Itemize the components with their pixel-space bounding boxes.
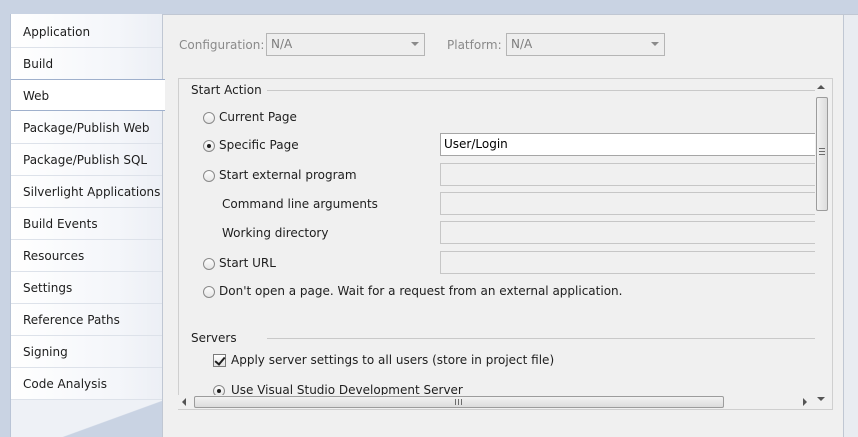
- scroll-down-icon[interactable]: [817, 397, 825, 401]
- window-edge: [843, 15, 858, 437]
- start-action-title: Start Action: [191, 83, 262, 97]
- configuration-combo[interactable]: N/A: [266, 33, 425, 56]
- configuration-label: Configuration:: [179, 38, 265, 52]
- current-page-radio[interactable]: [203, 112, 215, 124]
- scroll-left-icon[interactable]: [182, 398, 186, 406]
- scroll-right-icon[interactable]: [803, 398, 807, 406]
- start-url-label[interactable]: Start URL: [219, 256, 276, 270]
- start-external-program-radio[interactable]: [203, 170, 215, 182]
- nav-item-settings[interactable]: Settings: [11, 272, 163, 304]
- working-directory-input[interactable]: [440, 221, 820, 244]
- apply-server-settings-checkbox[interactable]: [213, 354, 226, 367]
- start-action-divider: [267, 90, 815, 91]
- grip-icon: [819, 148, 825, 155]
- platform-label: Platform:: [447, 38, 502, 52]
- dont-open-page-radio[interactable]: [203, 286, 215, 298]
- command-line-arguments-label: Command line arguments: [222, 197, 378, 211]
- settings-scroll-panel: Start Action Current Page Specific Page …: [178, 78, 833, 410]
- property-pages-nav: Application Build Web Package/Publish We…: [10, 14, 165, 437]
- apply-server-settings-label[interactable]: Apply server settings to all users (stor…: [231, 353, 554, 367]
- nav-item-build[interactable]: Build: [11, 48, 163, 80]
- sidebar-footer: [11, 400, 163, 437]
- external-program-input[interactable]: [440, 163, 820, 186]
- vertical-scrollbar[interactable]: [815, 81, 829, 407]
- nav-item-signing[interactable]: Signing: [11, 336, 163, 368]
- nav-item-reference-paths[interactable]: Reference Paths: [11, 304, 163, 336]
- start-external-program-label[interactable]: Start external program: [219, 168, 357, 182]
- nav-item-code-analysis[interactable]: Code Analysis: [11, 368, 163, 400]
- specific-page-label[interactable]: Specific Page: [219, 138, 299, 152]
- nav-item-package-publish-sql[interactable]: Package/Publish SQL: [11, 144, 163, 176]
- dont-open-page-label[interactable]: Don't open a page. Wait for a request fr…: [219, 284, 622, 298]
- servers-divider: [267, 338, 815, 339]
- platform-combo[interactable]: N/A: [506, 33, 665, 56]
- horizontal-scrollbar[interactable]: [178, 395, 815, 409]
- nav-item-resources[interactable]: Resources: [11, 240, 163, 272]
- platform-value: N/A: [511, 37, 533, 51]
- horizontal-scroll-thumb[interactable]: [194, 396, 724, 408]
- nav-item-build-events[interactable]: Build Events: [11, 208, 163, 240]
- specific-page-input[interactable]: User/Login: [440, 133, 820, 156]
- servers-title: Servers: [191, 331, 237, 345]
- start-url-input[interactable]: [440, 251, 820, 274]
- specific-page-radio[interactable]: [203, 140, 215, 152]
- configuration-value: N/A: [271, 37, 293, 51]
- content-panel: Configuration: N/A Platform: N/A Start A…: [163, 15, 843, 437]
- nav-item-web[interactable]: Web: [11, 79, 165, 111]
- scroll-up-icon[interactable]: [817, 85, 825, 89]
- vertical-scroll-thumb[interactable]: [816, 97, 828, 211]
- working-directory-label: Working directory: [222, 226, 329, 240]
- grip-icon: [455, 399, 462, 405]
- command-line-arguments-input[interactable]: [440, 192, 820, 215]
- current-page-label[interactable]: Current Page: [219, 110, 297, 124]
- nav-item-silverlight-applications[interactable]: Silverlight Applications: [11, 176, 163, 208]
- start-url-radio[interactable]: [203, 258, 215, 270]
- nav-item-package-publish-web[interactable]: Package/Publish Web: [11, 112, 163, 144]
- chevron-down-icon: [411, 42, 419, 46]
- nav-item-application[interactable]: Application: [11, 16, 163, 48]
- chevron-down-icon: [651, 42, 659, 46]
- web-properties-page: Configuration: N/A Platform: N/A Start A…: [162, 14, 858, 437]
